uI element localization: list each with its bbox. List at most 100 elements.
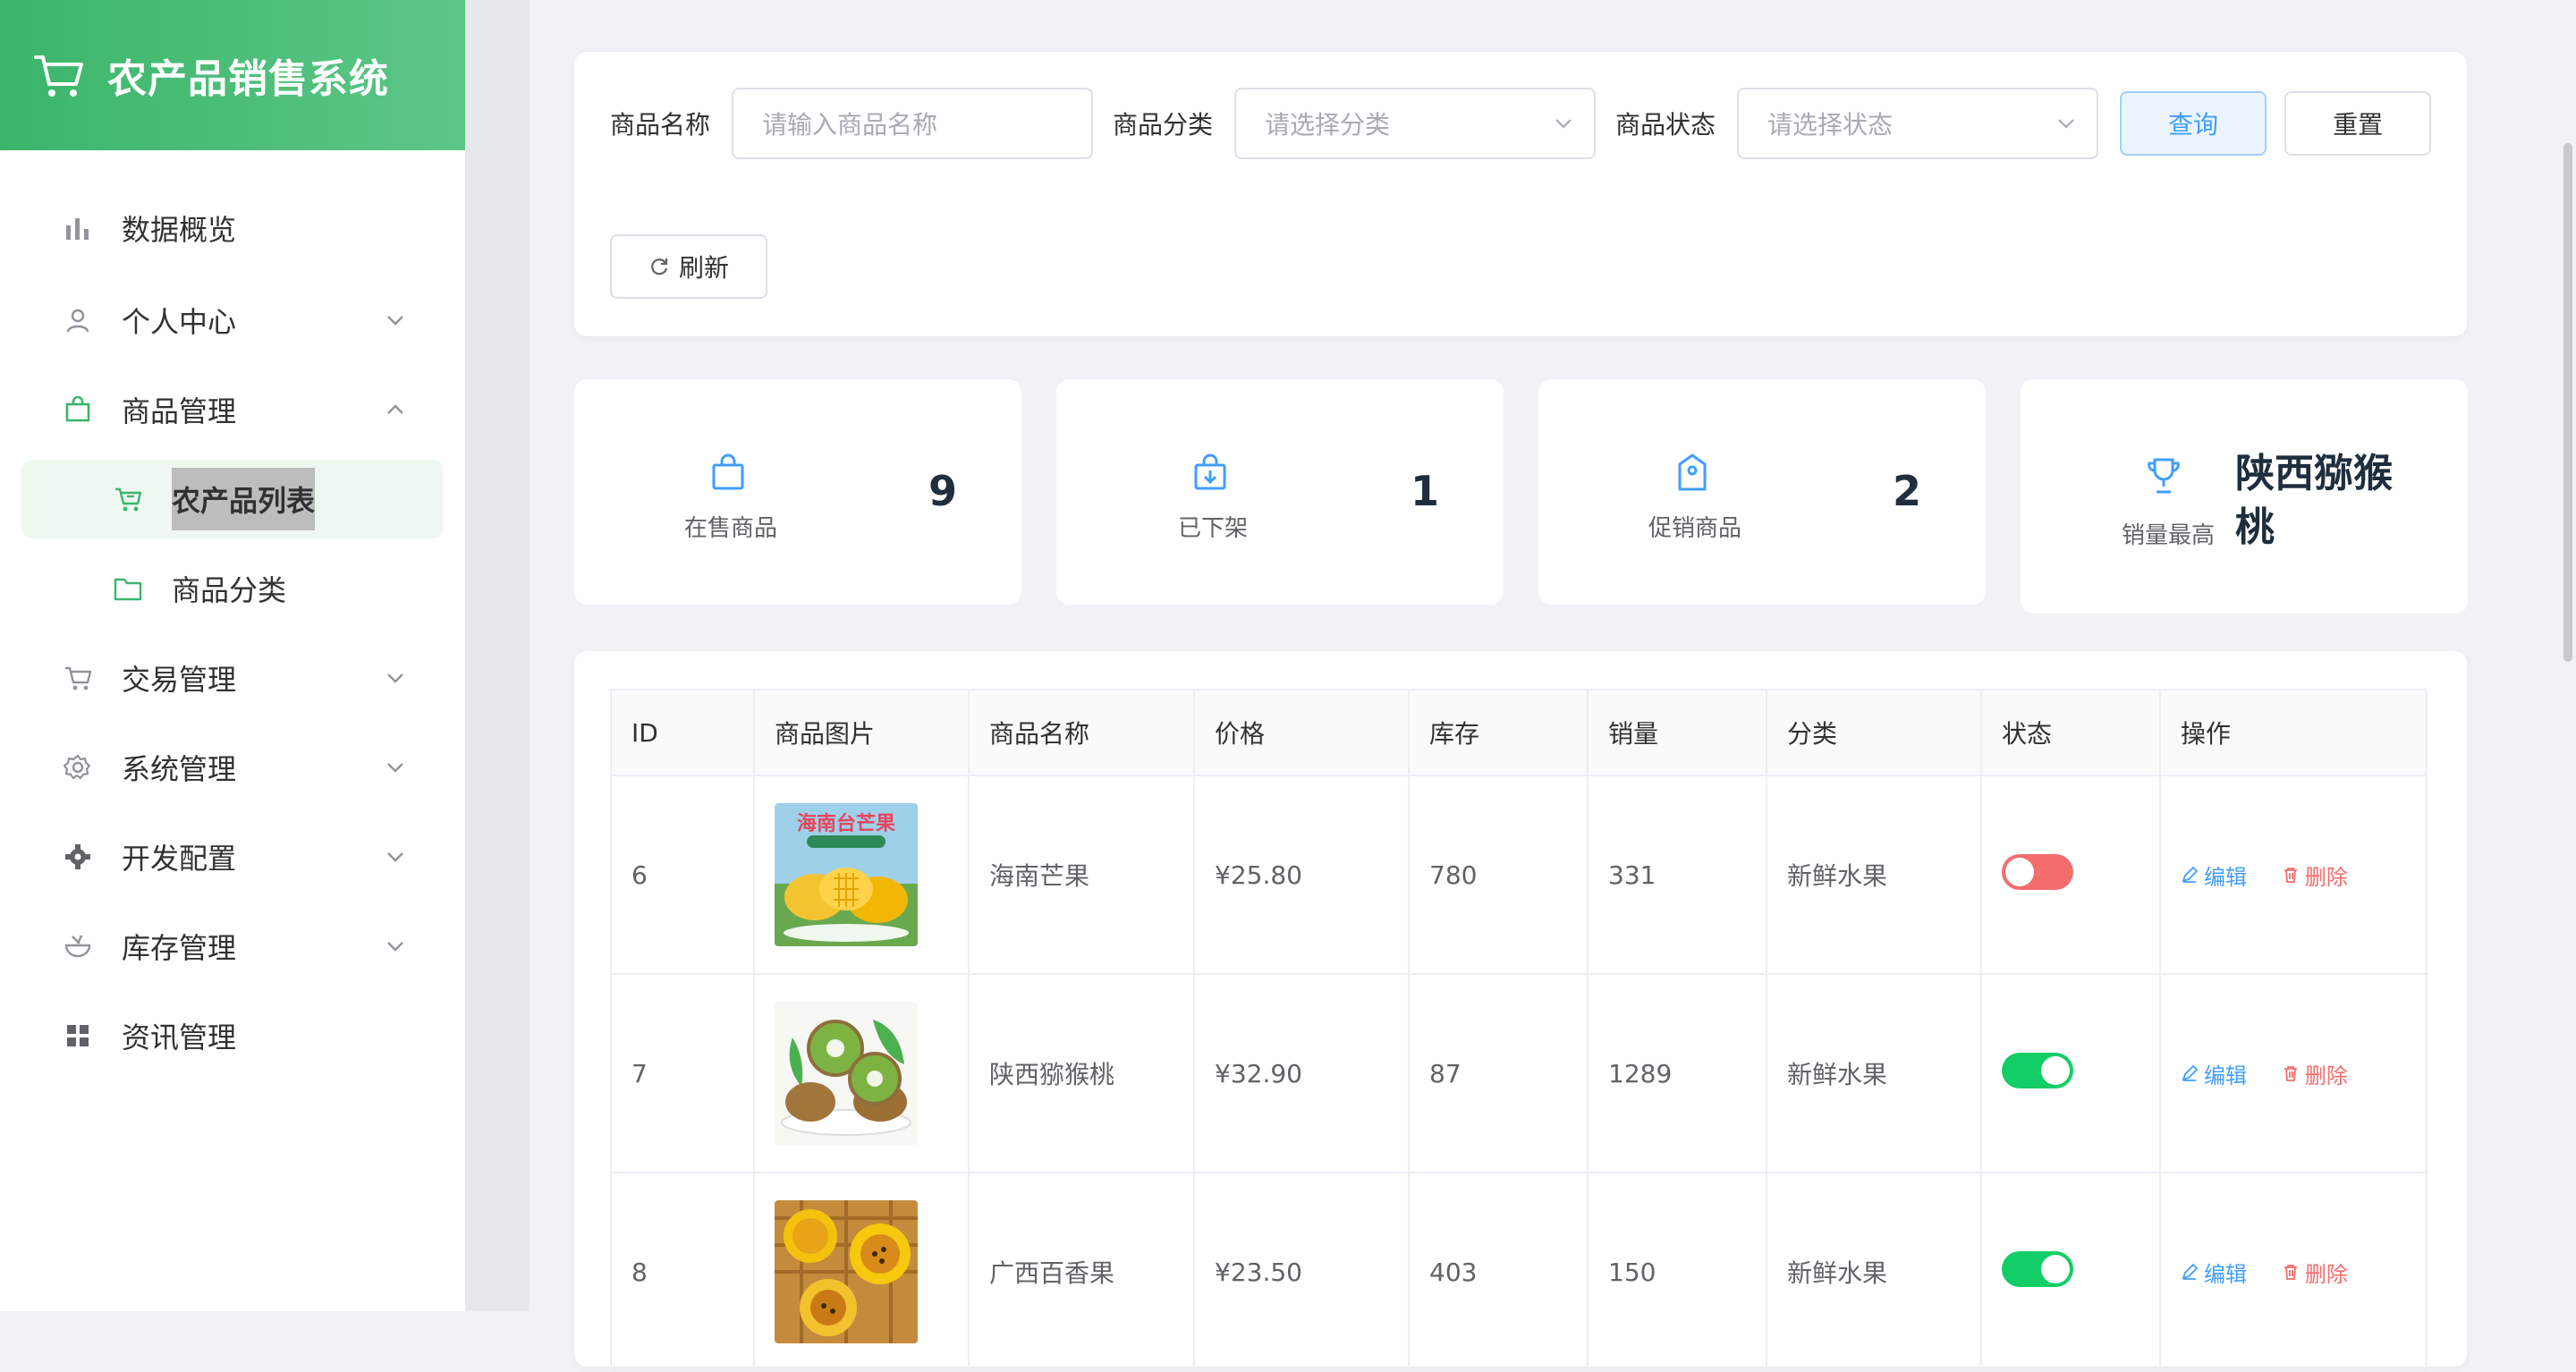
- column-header: 商品图片: [753, 689, 970, 776]
- cell-name: 广西百香果: [968, 1172, 1195, 1372]
- product-image-passion-fruit[interactable]: [775, 1200, 918, 1343]
- sidebar-item-label: 开发配置: [122, 842, 237, 876]
- sidebar-item-label: 商品分类: [172, 573, 287, 607]
- edit-label: 编辑: [2204, 1261, 2247, 1287]
- stat-label: 促销商品: [1648, 515, 1741, 542]
- stat-card-off-shelf: 已下架 1: [1056, 379, 1504, 605]
- cell-image: 海南台芒果: [753, 775, 970, 975]
- trash-icon: [2284, 868, 2297, 883]
- cell-image: [753, 1172, 970, 1372]
- chevron-down-icon: [1555, 119, 1572, 129]
- query-button[interactable]: 查询: [2120, 91, 2267, 156]
- cell-name: 陕西猕猴桃: [968, 973, 1195, 1173]
- sidebar-item-label: 库存管理: [122, 931, 237, 965]
- sidebar-item-profile[interactable]: 个人中心: [0, 275, 465, 365]
- brand-header: 农产品销售系统: [0, 0, 465, 150]
- filter-form: 商品名称 请输入商品名称 商品分类 请选择分类 商品状态 请选择状态 查询 重置: [610, 88, 2432, 159]
- edit-button[interactable]: 编辑: [2181, 1058, 2247, 1089]
- category-select[interactable]: 请选择分类: [1234, 88, 1597, 159]
- sidebar-item-label: 个人中心: [122, 305, 237, 339]
- refresh-label: 刷新: [678, 253, 729, 283]
- table-row: 6 海南台芒果 海南芒果 ¥25.80 780 331 新鲜水果 编辑 删除: [610, 775, 2428, 975]
- status-select[interactable]: 请选择状态: [1737, 88, 2099, 159]
- cart-logo-icon: [34, 55, 83, 97]
- page-scrollbar[interactable]: [2563, 143, 2572, 662]
- sidebar-item-system[interactable]: 系统管理: [0, 723, 465, 812]
- switch-knob: [2041, 1254, 2070, 1283]
- sidebar-item-inventory[interactable]: 库存管理: [0, 902, 465, 991]
- cell-name: 海南芒果: [968, 775, 1195, 975]
- cell-category: 新鲜水果: [1766, 775, 1982, 975]
- product-name-input[interactable]: 请输入商品名称: [732, 88, 1094, 159]
- category-placeholder: 请选择分类: [1265, 110, 1391, 140]
- cell-sales: 1289: [1587, 973, 1767, 1173]
- status-switch-on[interactable]: [2002, 1250, 2073, 1287]
- cell-actions: 编辑 删除: [2159, 973, 2428, 1173]
- cell-status: [1980, 1172, 2161, 1372]
- sidebar-item-label: 资讯管理: [122, 1021, 237, 1054]
- chevron-down-icon: [387, 942, 403, 952]
- edit-label: 编辑: [2204, 864, 2247, 890]
- stat-label: 销量最高: [2121, 522, 2215, 549]
- product-image-text: 海南台芒果: [797, 812, 895, 835]
- edit-icon: [2182, 866, 2199, 883]
- product-name-placeholder: 请输入商品名称: [762, 110, 938, 140]
- product-image-mango[interactable]: 海南台芒果: [775, 803, 918, 946]
- cell-actions: 编辑 删除: [2159, 775, 2428, 975]
- edit-label: 编辑: [2204, 1063, 2247, 1088]
- chevron-up-icon: [387, 404, 403, 414]
- main-content: 商品名称 请输入商品名称 商品分类 请选择分类 商品状态 请选择状态 查询 重置…: [530, 0, 2510, 1372]
- cell-stock: 780: [1408, 775, 1589, 975]
- delete-button[interactable]: 删除: [2282, 860, 2348, 891]
- table-header-row: ID 商品图片 商品名称 价格 库存 销量 分类 状态 操作: [610, 689, 2428, 776]
- cell-actions: 编辑 删除: [2159, 1172, 2428, 1372]
- sidebar-item-label: 农产品列表: [172, 468, 316, 530]
- sidebar-item-label: 数据概览: [122, 213, 237, 247]
- cart-icon: [63, 663, 93, 693]
- edit-button[interactable]: 编辑: [2181, 860, 2247, 891]
- bowl-icon: [63, 931, 93, 961]
- delete-label: 删除: [2304, 1063, 2348, 1088]
- shopping-bag-icon: [712, 453, 744, 490]
- cell-category: 新鲜水果: [1766, 973, 1982, 1173]
- price-tag-icon: [1678, 453, 1707, 491]
- status-switch-off[interactable]: [2002, 853, 2073, 890]
- sidebar-item-product-list[interactable]: 农产品列表: [21, 460, 444, 538]
- trash-icon: [2284, 1066, 2297, 1081]
- delete-button[interactable]: 删除: [2282, 1257, 2348, 1288]
- delete-button[interactable]: 删除: [2282, 1058, 2348, 1089]
- sidebar-item-trades[interactable]: 交易管理: [0, 633, 465, 723]
- cell-id: 7: [610, 973, 755, 1173]
- cell-stock: 87: [1408, 973, 1589, 1173]
- trash-icon: [2284, 1265, 2297, 1280]
- refresh-button[interactable]: 刷新: [610, 234, 767, 299]
- cell-price: ¥25.80: [1193, 775, 1410, 975]
- product-image-kiwi[interactable]: [775, 1002, 918, 1145]
- product-table: ID 商品图片 商品名称 价格 库存 销量 分类 状态 操作 6 海南台芒果 海…: [610, 689, 2428, 1372]
- cell-sales: 331: [1587, 775, 1767, 975]
- switch-knob: [2041, 1055, 2070, 1085]
- sidebar-item-products[interactable]: 商品管理: [0, 365, 465, 454]
- status-placeholder: 请选择状态: [1767, 110, 1894, 140]
- sidebar-item-dashboard[interactable]: 数据概览: [0, 181, 465, 275]
- stat-value: 2: [1892, 467, 1921, 515]
- trophy-icon: [2148, 458, 2180, 494]
- stat-card-promotion: 促销商品 2: [1538, 379, 1986, 605]
- status-switch-on[interactable]: [2002, 1052, 2073, 1088]
- column-header: 价格: [1193, 689, 1410, 776]
- reset-button[interactable]: 重置: [2284, 91, 2432, 156]
- sidebar-gutter: [465, 0, 530, 1311]
- sidebar-item-news[interactable]: 资讯管理: [0, 991, 465, 1080]
- edit-button[interactable]: 编辑: [2181, 1257, 2247, 1288]
- stat-label: 已下架: [1177, 515, 1248, 542]
- sidebar-item-label: 商品管理: [122, 394, 237, 428]
- sidebar-item-dev-config[interactable]: 开发配置: [0, 812, 465, 902]
- category-label: 商品分类: [1113, 110, 1214, 140]
- refresh-icon: [651, 258, 668, 275]
- stat-card-on-sale: 在售商品 9: [574, 379, 1021, 605]
- column-header: 状态: [1980, 689, 2161, 776]
- column-header: 分类: [1766, 689, 1982, 776]
- cell-sales: 150: [1587, 1172, 1767, 1372]
- sidebar-item-categories[interactable]: 商品分类: [0, 544, 465, 633]
- chevron-down-icon: [2058, 119, 2074, 129]
